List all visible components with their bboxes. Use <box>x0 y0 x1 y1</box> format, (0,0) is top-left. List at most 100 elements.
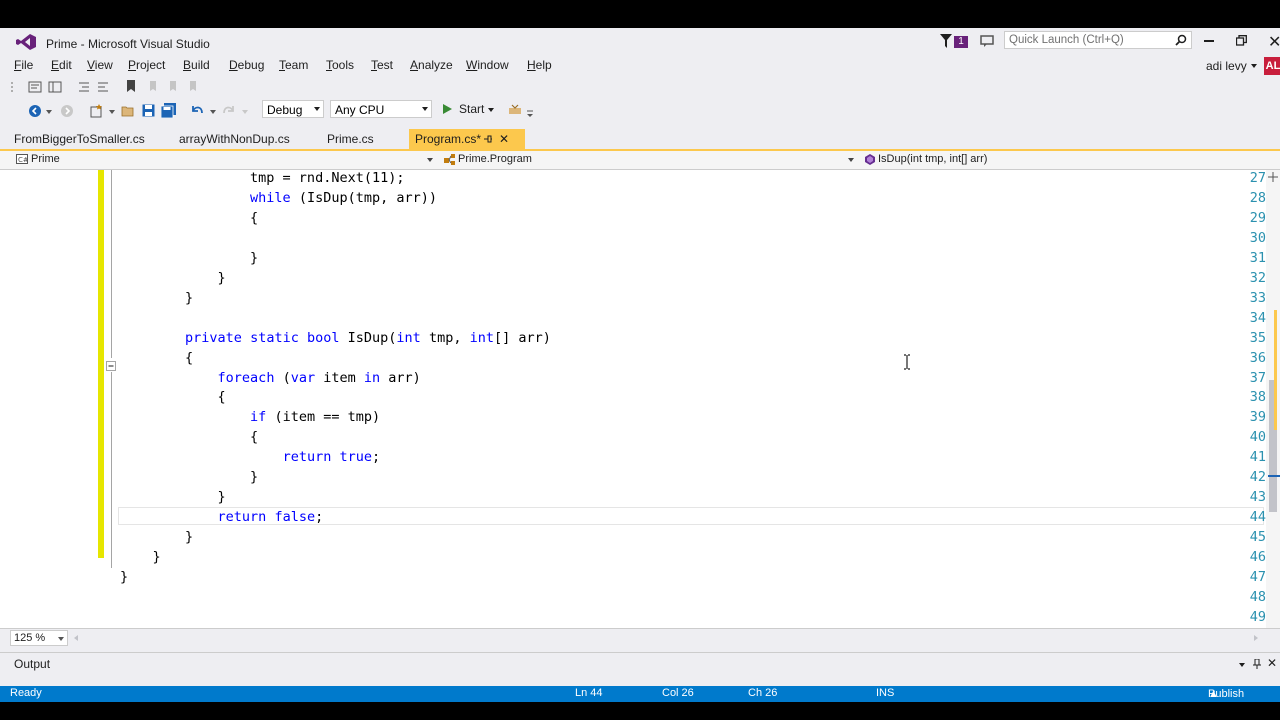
code-line[interactable]: { <box>120 210 258 226</box>
code-line[interactable]: { <box>120 389 226 405</box>
menu-file[interactable]: File <box>14 58 33 72</box>
code-line[interactable]: if (item == tmp) <box>120 409 380 425</box>
close-window-button[interactable]: ✕ <box>1268 32 1280 52</box>
code-line[interactable]: } <box>120 270 226 286</box>
menu-project[interactable]: Project <box>128 58 165 72</box>
start-dropdown-arrow[interactable] <box>488 108 494 112</box>
outdent-icon[interactable] <box>78 81 90 93</box>
tab-label: Program.cs* <box>415 132 482 146</box>
code-line[interactable]: } <box>120 290 193 306</box>
close-tab-icon[interactable]: ✕ <box>499 129 509 149</box>
output-panel-header[interactable]: Output ✕ <box>0 655 1280 673</box>
new-project-dropdown[interactable] <box>109 110 115 114</box>
menu-test[interactable]: Test <box>371 58 393 72</box>
menu-build[interactable]: Build <box>183 58 210 72</box>
chevron-down-icon <box>422 107 428 111</box>
menu-window[interactable]: Window <box>466 58 509 72</box>
feedback-icon[interactable] <box>980 34 994 48</box>
start-button[interactable]: Start <box>440 100 496 118</box>
code-line[interactable]: foreach (var item in arr) <box>120 370 421 386</box>
menu-tools[interactable]: Tools <box>326 58 354 72</box>
indent-icon[interactable] <box>97 81 109 93</box>
open-file-icon[interactable] <box>121 104 135 118</box>
member-dropdown[interactable]: IsDup(int tmp, int[] arr) <box>862 151 1280 168</box>
navigate-back-dropdown[interactable] <box>46 110 52 114</box>
save-all-icon[interactable] <box>161 103 177 118</box>
code-line[interactable]: return true; <box>120 449 381 465</box>
collapse-method-icon[interactable] <box>106 361 117 372</box>
configuration-select[interactable]: Debug <box>262 100 324 118</box>
menu-analyze[interactable]: Analyze <box>410 58 453 72</box>
close-panel-icon[interactable]: ✕ <box>1267 656 1277 670</box>
status-ready: Ready <box>10 687 42 699</box>
menu-team[interactable]: Team <box>279 58 308 72</box>
notification-badge[interactable]: 1 <box>954 36 968 48</box>
code-line[interactable]: { <box>120 350 193 366</box>
search-icon[interactable] <box>1175 34 1187 46</box>
restore-button[interactable] <box>1236 35 1247 46</box>
tab-label: FromBiggerToSmaller.cs <box>14 132 145 146</box>
scroll-right-arrow[interactable] <box>1254 635 1258 641</box>
horizontal-scrollbar[interactable] <box>74 633 1264 643</box>
project-dropdown[interactable]: C# Prime <box>14 151 434 168</box>
menu-help[interactable]: Help <box>527 58 552 72</box>
chevron-down-icon <box>427 158 433 162</box>
code-line[interactable]: private static bool IsDup(int tmp, int[]… <box>120 330 551 346</box>
menu-edit[interactable]: Edit <box>51 58 72 72</box>
platform-select[interactable]: Any CPU <box>330 100 432 118</box>
bookmark-icon[interactable] <box>126 80 136 93</box>
prev-bookmark-icon <box>150 81 156 91</box>
undo-icon[interactable] <box>190 104 204 117</box>
user-name[interactable]: adi levy <box>1206 59 1247 73</box>
code-line[interactable]: } <box>120 529 193 545</box>
output-dropdown-icon[interactable] <box>1239 663 1245 667</box>
code-line[interactable]: return false; <box>120 509 324 526</box>
scroll-left-arrow[interactable] <box>74 635 78 641</box>
save-icon[interactable] <box>142 104 155 117</box>
tab-frombiggertosmaller[interactable]: FromBiggerToSmaller.cs <box>8 129 151 149</box>
tab-prime[interactable]: Prime.cs <box>321 129 380 149</box>
menu-view[interactable]: View <box>87 58 113 72</box>
code-line[interactable]: } <box>120 250 258 266</box>
pin-icon[interactable] <box>1252 659 1262 669</box>
toolbar-overflow-icon[interactable] <box>527 110 533 118</box>
keyword-token: int <box>469 329 494 346</box>
user-dropdown-arrow[interactable] <box>1251 64 1257 68</box>
line-number: 45 <box>1249 529 1266 546</box>
new-project-icon[interactable] <box>90 104 104 118</box>
undo-dropdown[interactable] <box>210 110 216 114</box>
platform-value: Any CPU <box>335 103 385 117</box>
pin-icon[interactable] <box>483 134 493 144</box>
code-line[interactable]: while (IsDup(tmp, arr)) <box>120 190 437 206</box>
menu-debug[interactable]: Debug <box>229 58 264 72</box>
code-line[interactable]: } <box>120 549 161 565</box>
quick-launch-input[interactable]: Quick Launch (Ctrl+Q) <box>1009 34 1124 46</box>
redo-icon <box>223 106 234 114</box>
minimize-button[interactable] <box>1204 40 1214 42</box>
keyword-token: private <box>185 329 242 346</box>
type-dropdown[interactable]: Prime.Program <box>440 151 856 168</box>
parameter-info-icon[interactable] <box>48 81 62 93</box>
code-line[interactable]: } <box>120 569 128 585</box>
code-line[interactable]: tmp = rnd.Next(11); <box>120 170 404 186</box>
zoom-select[interactable]: 125 % <box>10 630 68 646</box>
line-number: 31 <box>1249 249 1266 266</box>
vertical-scrollbar[interactable] <box>1266 170 1280 628</box>
user-avatar[interactable]: AL <box>1264 57 1280 75</box>
keyword-token: false <box>274 509 316 526</box>
attach-process-icon[interactable] <box>508 104 522 118</box>
tab-program[interactable]: Program.cs* ✕ <box>409 129 525 149</box>
code-editor[interactable]: 27 tmp = rnd.Next(11); 28 while (IsDup(tm… <box>0 170 1266 628</box>
navigate-back-icon[interactable] <box>28 104 42 118</box>
split-handle-icon[interactable] <box>1268 172 1278 182</box>
toolbar-grip-icon <box>11 82 13 92</box>
tab-arraywithnondup[interactable]: arrayWithNonDup.cs <box>173 129 296 149</box>
code-line[interactable]: } <box>120 469 258 485</box>
filter-icon[interactable] <box>940 34 952 48</box>
quick-info-icon[interactable] <box>28 81 42 93</box>
code-line[interactable]: } <box>120 489 226 505</box>
output-panel-title: Output <box>14 657 51 671</box>
quick-launch-box[interactable]: Quick Launch (Ctrl+Q) <box>1004 31 1192 49</box>
navigation-bar: C# Prime Prime.Program IsDup(int tmp, in… <box>0 151 1280 170</box>
code-line[interactable]: { <box>120 429 258 445</box>
